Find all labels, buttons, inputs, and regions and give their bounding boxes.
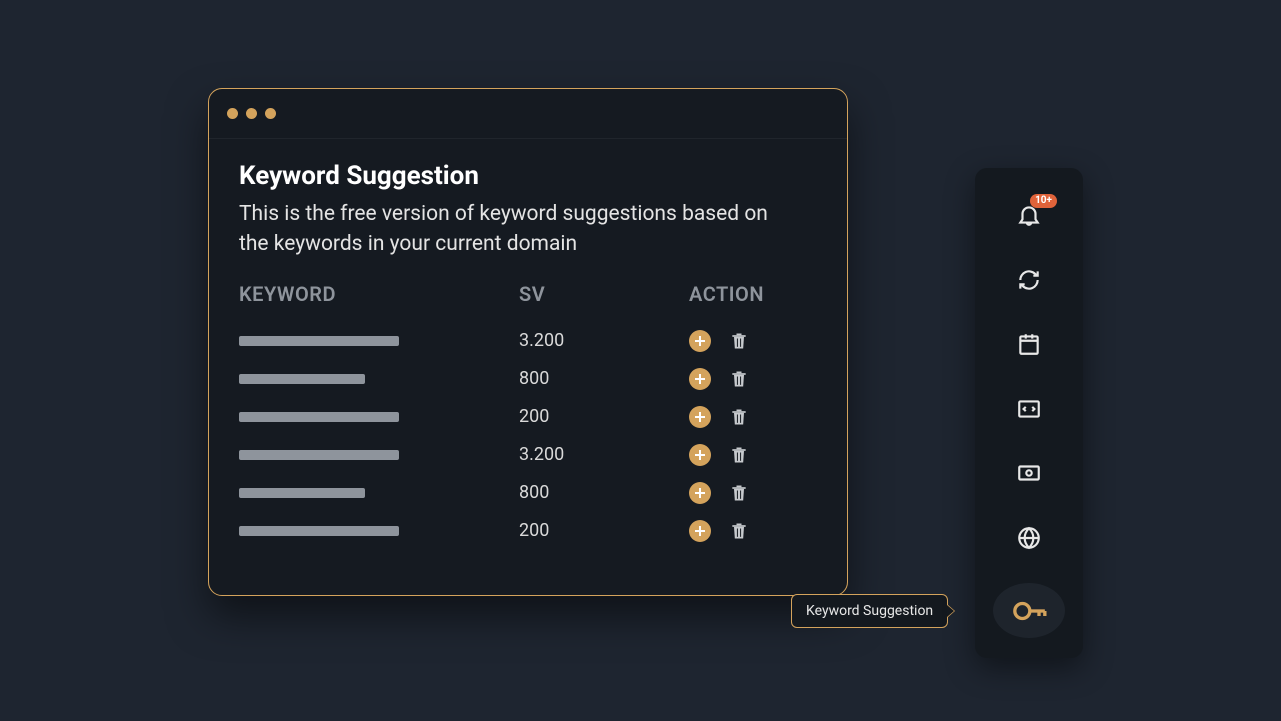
code-icon: [1016, 396, 1042, 422]
sidebar-item-keyword-suggestion[interactable]: [993, 583, 1065, 638]
action-cell: [689, 520, 817, 542]
col-header-sv: SV: [519, 282, 689, 306]
plus-icon: [689, 368, 711, 390]
table-header: KEYWORD SV ACTION: [239, 282, 817, 306]
sv-cell: 3.200: [519, 330, 689, 351]
keyword-suggestion-window: Keyword Suggestion This is the free vers…: [208, 88, 848, 596]
plus-icon: [689, 330, 711, 352]
window-dot-red[interactable]: [227, 108, 238, 119]
key-icon: [1009, 591, 1049, 631]
delete-button[interactable]: [729, 444, 749, 466]
sv-cell: 200: [519, 406, 689, 427]
sidebar: 10+: [975, 168, 1083, 658]
action-cell: [689, 406, 817, 428]
keyword-cell: [239, 336, 519, 346]
keyword-placeholder: [239, 412, 399, 422]
sidebar-item-payment[interactable]: [1009, 458, 1049, 489]
keyword-cell: [239, 412, 519, 422]
trash-icon: [729, 368, 749, 390]
delete-button[interactable]: [729, 406, 749, 428]
sv-cell: 800: [519, 482, 689, 503]
plus-icon: [689, 406, 711, 428]
notification-badge: 10+: [1030, 194, 1057, 208]
sidebar-item-globe[interactable]: [1009, 523, 1049, 554]
add-button[interactable]: [689, 482, 711, 504]
calendar-icon: [1016, 331, 1042, 357]
plus-icon: [689, 444, 711, 466]
page-title: Keyword Suggestion: [239, 161, 817, 191]
keyword-placeholder: [239, 450, 399, 460]
keyword-cell: [239, 374, 519, 384]
page-subtitle: This is the free version of keyword sugg…: [239, 199, 799, 260]
keyword-placeholder: [239, 526, 399, 536]
sv-cell: 800: [519, 368, 689, 389]
action-cell: [689, 330, 817, 352]
col-header-keyword: KEYWORD: [239, 282, 519, 306]
plus-icon: [689, 482, 711, 504]
table-row: 200: [239, 398, 817, 436]
action-cell: [689, 368, 817, 390]
sidebar-item-notifications[interactable]: 10+: [1009, 200, 1049, 231]
window-dot-green[interactable]: [265, 108, 276, 119]
sidebar-item-code[interactable]: [1009, 394, 1049, 425]
payment-icon: [1016, 460, 1042, 486]
add-button[interactable]: [689, 330, 711, 352]
keyword-cell: [239, 450, 519, 460]
window-dot-yellow[interactable]: [246, 108, 257, 119]
table-row: 3.200: [239, 436, 817, 474]
keyword-cell: [239, 488, 519, 498]
table-row: 200: [239, 512, 817, 550]
delete-button[interactable]: [729, 520, 749, 542]
add-button[interactable]: [689, 406, 711, 428]
trash-icon: [729, 406, 749, 428]
add-button[interactable]: [689, 368, 711, 390]
trash-icon: [729, 482, 749, 504]
delete-button[interactable]: [729, 330, 749, 352]
keyword-placeholder: [239, 374, 365, 384]
keyword-placeholder: [239, 488, 365, 498]
keyword-placeholder: [239, 336, 399, 346]
table-row: 3.200: [239, 322, 817, 360]
delete-button[interactable]: [729, 368, 749, 390]
refresh-icon: [1016, 267, 1042, 293]
sv-cell: 200: [519, 520, 689, 541]
table-row: 800: [239, 360, 817, 398]
plus-icon: [689, 520, 711, 542]
delete-button[interactable]: [729, 482, 749, 504]
sv-cell: 3.200: [519, 444, 689, 465]
add-button[interactable]: [689, 520, 711, 542]
globe-icon: [1016, 525, 1042, 551]
tooltip-keyword-suggestion: Keyword Suggestion: [791, 594, 948, 628]
window-content: Keyword Suggestion This is the free vers…: [209, 139, 847, 570]
keyword-cell: [239, 526, 519, 536]
trash-icon: [729, 444, 749, 466]
window-titlebar: [209, 89, 847, 139]
action-cell: [689, 444, 817, 466]
trash-icon: [729, 520, 749, 542]
table-row: 800: [239, 474, 817, 512]
sidebar-item-calendar[interactable]: [1009, 329, 1049, 360]
add-button[interactable]: [689, 444, 711, 466]
action-cell: [689, 482, 817, 504]
sidebar-item-refresh[interactable]: [1009, 265, 1049, 296]
col-header-action: ACTION: [689, 282, 817, 306]
trash-icon: [729, 330, 749, 352]
table-body: 3.200 800 200 3.200 800 200: [239, 322, 817, 550]
